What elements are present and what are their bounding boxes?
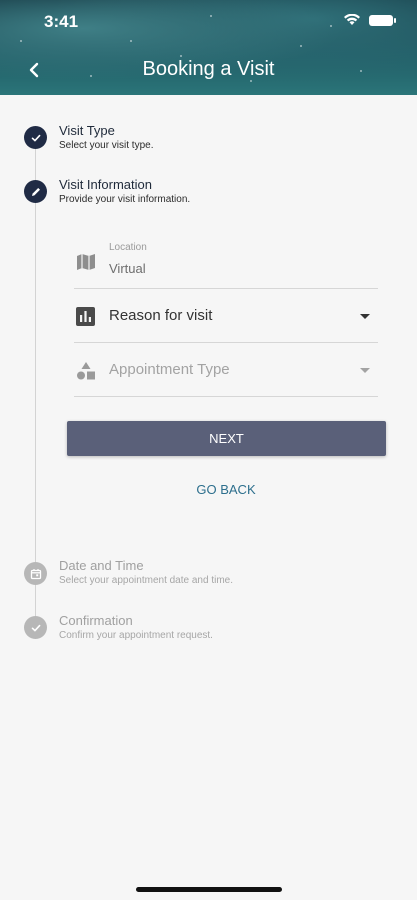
home-indicator[interactable]: [136, 887, 282, 892]
step-confirmation-title: Confirmation: [59, 613, 133, 628]
wifi-icon: [344, 14, 360, 25]
shapes-icon: [77, 362, 95, 380]
step-visit-information-indicator: [24, 180, 47, 203]
status-icons: [343, 14, 396, 26]
chevron-down-icon: [360, 368, 370, 373]
app-header: 3:41 Booking a Visit: [0, 0, 417, 95]
stepper-line: [35, 148, 36, 616]
page-title: Booking a Visit: [142, 58, 275, 80]
step-confirmation-subtitle: Confirm your appointment request.: [59, 630, 213, 641]
step-visit-information-title: Visit Information: [59, 177, 152, 192]
step-visit-information-subtitle: Provide your visit information.: [59, 194, 191, 205]
status-time: 3:41: [44, 12, 79, 31]
reason-for-visit-label: Reason for visit: [109, 307, 213, 324]
check-icon: [31, 134, 40, 141]
location-value: Virtual: [109, 261, 146, 276]
location-field[interactable]: Location Virtual: [74, 237, 378, 289]
step-visit-type-title[interactable]: Visit Type: [59, 123, 115, 138]
step-date-time-indicator: [24, 562, 47, 585]
chevron-down-icon: [360, 314, 370, 319]
map-icon: [77, 254, 95, 270]
calendar-icon: [30, 568, 41, 579]
step-confirmation-indicator: [24, 616, 47, 639]
check-icon: [31, 624, 40, 631]
appointment-type-label: Appointment Type: [109, 361, 230, 378]
location-label: Location: [109, 242, 147, 253]
appointment-type-select[interactable]: Appointment Type: [74, 344, 378, 397]
step-date-time-title: Date and Time: [59, 558, 144, 573]
pencil-icon: [31, 187, 40, 196]
battery-icon: [369, 14, 396, 26]
step-visit-type-subtitle: Select your visit type.: [59, 140, 154, 151]
step-visit-type-indicator: [24, 126, 47, 149]
bar-chart-icon: [76, 307, 95, 326]
next-button[interactable]: NEXT: [67, 421, 386, 456]
step-date-time-subtitle: Select your appointment date and time.: [59, 575, 233, 586]
go-back-button[interactable]: GO BACK: [160, 478, 292, 500]
reason-for-visit-select[interactable]: Reason for visit: [74, 290, 378, 343]
